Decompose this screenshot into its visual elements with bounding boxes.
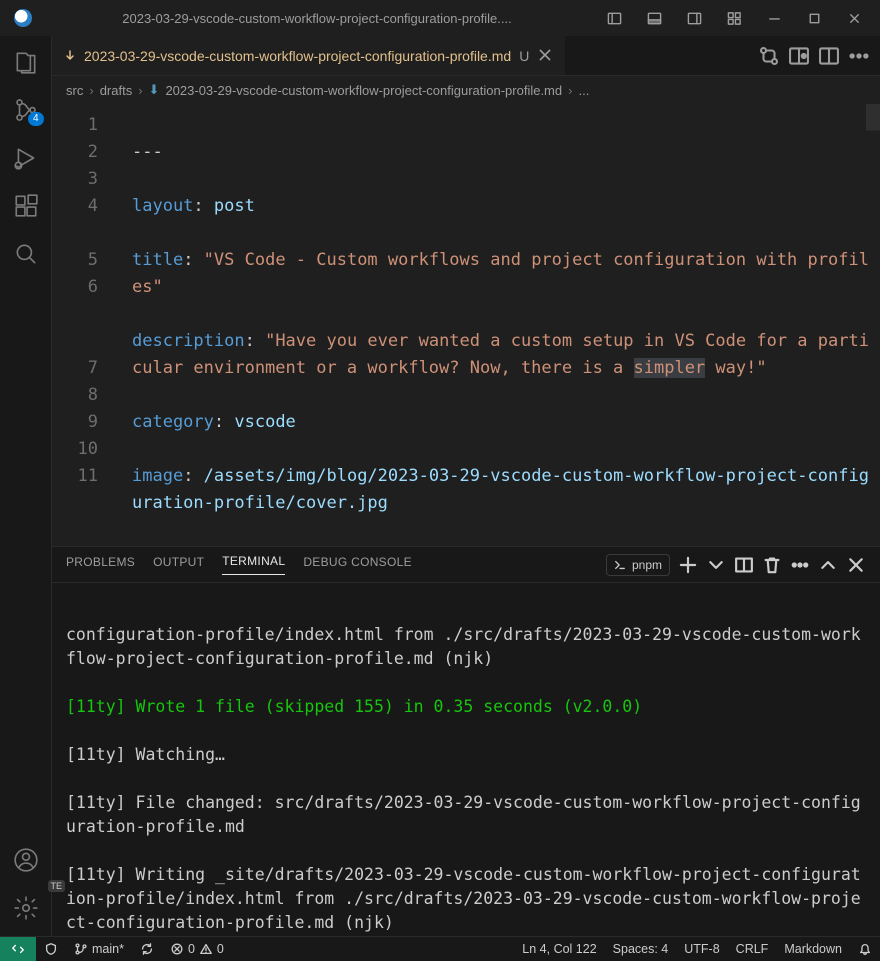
terminal-dropdown-icon[interactable] <box>706 555 726 575</box>
toggle-primary-sidebar-icon[interactable] <box>596 2 632 34</box>
customize-layout-icon[interactable] <box>716 2 752 34</box>
split-terminal-icon[interactable] <box>734 555 754 575</box>
panel-more-icon[interactable] <box>790 555 810 575</box>
panel-tabs: PROBLEMS OUTPUT TERMINAL DEBUG CONSOLE p… <box>52 547 880 583</box>
maximize-panel-icon[interactable] <box>818 555 838 575</box>
eol-status[interactable]: CRLF <box>728 937 777 961</box>
indent-status[interactable]: Spaces: 4 <box>605 937 677 961</box>
tab-close-icon[interactable] <box>537 47 553 66</box>
app-icon <box>14 9 32 27</box>
settings-gear-icon[interactable]: TE <box>12 894 40 922</box>
chevron-right-icon: › <box>568 83 572 98</box>
terminal-output[interactable]: configuration-profile/index.html from ./… <box>52 583 880 936</box>
minimap[interactable] <box>866 104 880 546</box>
window-maximize-icon[interactable] <box>796 2 832 34</box>
accounts-icon[interactable] <box>12 846 40 874</box>
remote-indicator[interactable] <box>0 937 36 961</box>
split-editor-icon[interactable] <box>818 45 840 67</box>
window-minimize-icon[interactable] <box>756 2 792 34</box>
more-actions-icon[interactable] <box>848 45 870 67</box>
problems-status[interactable]: 0 0 <box>162 937 232 961</box>
breadcrumb[interactable]: src › drafts › ⬇ 2023-03-29-vscode-custo… <box>52 76 880 104</box>
crumb-file[interactable]: 2023-03-29-vscode-custom-workflow-projec… <box>165 83 562 98</box>
sync-icon[interactable] <box>132 937 162 961</box>
git-branch[interactable]: main* <box>66 937 132 961</box>
compare-changes-icon[interactable] <box>758 45 780 67</box>
new-terminal-icon[interactable] <box>678 555 698 575</box>
search-icon[interactable] <box>12 240 40 268</box>
modified-arrow-icon <box>64 50 76 62</box>
window-close-icon[interactable] <box>836 2 872 34</box>
crumb-symbol[interactable]: ... <box>578 83 589 98</box>
window-title: 2023-03-29-vscode-custom-workflow-projec… <box>46 11 588 26</box>
panel: PROBLEMS OUTPUT TERMINAL DEBUG CONSOLE p… <box>52 546 880 936</box>
terminal-launch-profile[interactable]: pnpm <box>606 554 670 576</box>
tab-problems[interactable]: PROBLEMS <box>66 555 135 575</box>
scm-badge: 4 <box>28 112 44 126</box>
toggle-panel-icon[interactable] <box>636 2 672 34</box>
chevron-right-icon: › <box>138 83 142 98</box>
cursor-position[interactable]: Ln 4, Col 122 <box>514 937 604 961</box>
toggle-secondary-sidebar-icon[interactable] <box>676 2 712 34</box>
editor-tabs: 2023-03-29-vscode-custom-workflow-projec… <box>52 36 880 76</box>
statusbar: main* 0 0 Ln 4, Col 122 Spaces: 4 UTF-8 … <box>0 936 880 961</box>
notifications-icon[interactable] <box>850 937 880 961</box>
crumb-drafts[interactable]: drafts <box>100 83 133 98</box>
source-control-icon[interactable]: 4 <box>12 96 40 124</box>
open-preview-icon[interactable] <box>788 45 810 67</box>
trusted-shield-icon[interactable] <box>36 937 66 961</box>
tab-git-status: U <box>519 48 529 64</box>
titlebar: 2023-03-29-vscode-custom-workflow-projec… <box>0 0 880 36</box>
encoding-status[interactable]: UTF-8 <box>676 937 727 961</box>
activity-bar: 4 TE <box>0 36 52 936</box>
kill-terminal-icon[interactable] <box>762 555 782 575</box>
language-mode[interactable]: Markdown <box>776 937 850 961</box>
te-badge: TE <box>48 880 66 892</box>
markdown-file-icon: ⬇ <box>149 82 160 98</box>
tab-debug-console[interactable]: DEBUG CONSOLE <box>303 555 412 575</box>
code-editor[interactable]: 123 45 67 891011 --- layout: post title:… <box>52 104 880 546</box>
title-layout-actions <box>596 2 872 34</box>
line-numbers: 123 45 67 891011 <box>52 104 116 546</box>
code-content[interactable]: --- layout: post title: "VS Code - Custo… <box>116 104 880 546</box>
close-panel-icon[interactable] <box>846 555 866 575</box>
explorer-icon[interactable] <box>12 48 40 76</box>
run-debug-icon[interactable] <box>12 144 40 172</box>
tab-filename: 2023-03-29-vscode-custom-workflow-projec… <box>84 48 511 64</box>
tab-output[interactable]: OUTPUT <box>153 555 204 575</box>
crumb-src[interactable]: src <box>66 83 83 98</box>
tab-terminal[interactable]: TERMINAL <box>222 554 285 575</box>
extensions-icon[interactable] <box>12 192 40 220</box>
editor-tab[interactable]: 2023-03-29-vscode-custom-workflow-projec… <box>52 36 565 75</box>
chevron-right-icon: › <box>89 83 93 98</box>
